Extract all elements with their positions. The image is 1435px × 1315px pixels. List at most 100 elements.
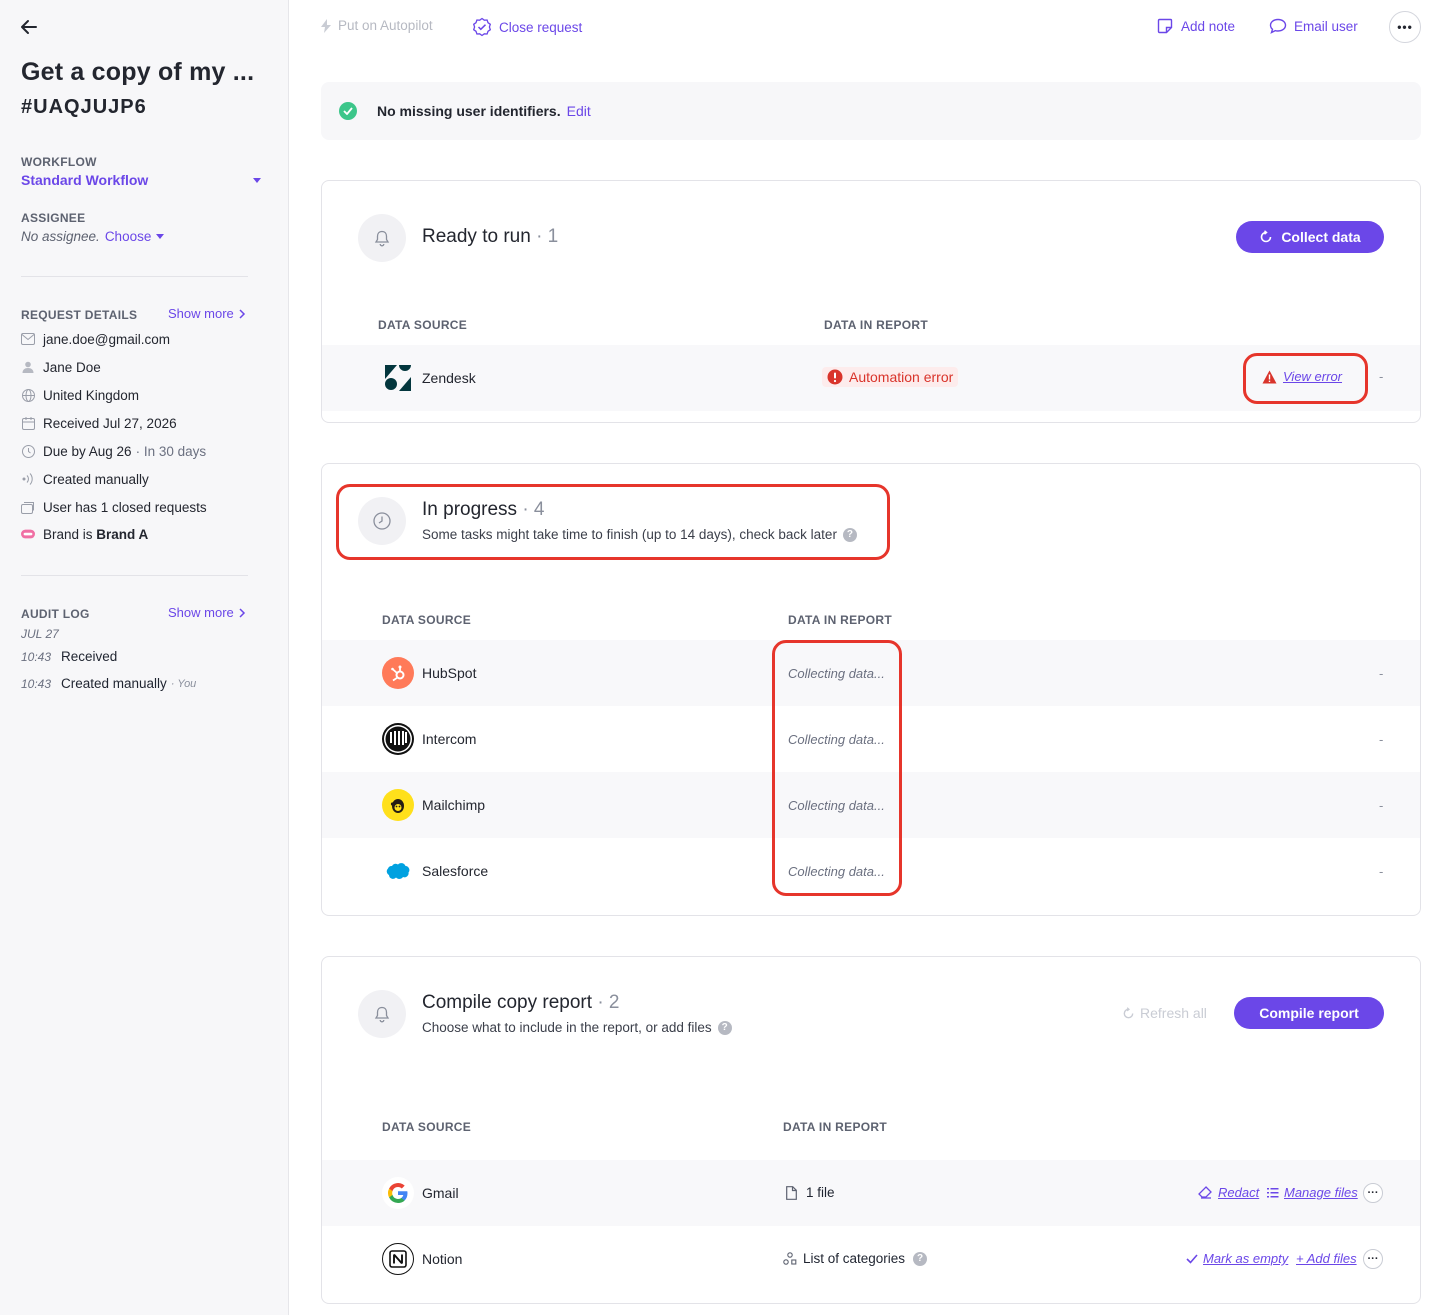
note-icon	[1157, 18, 1173, 34]
redact-link[interactable]: Redact	[1198, 1185, 1259, 1200]
detail-brand: Brand is Brand A	[21, 524, 148, 544]
automation-error-badge: Automation error	[822, 367, 959, 387]
row-more-button[interactable]: ···	[1363, 1249, 1383, 1269]
audit-time: 10:43	[21, 676, 52, 691]
categories-icon	[783, 1252, 797, 1265]
audit-date: JUL 27	[21, 627, 59, 641]
check-circle-icon	[339, 102, 357, 120]
add-note-label: Add note	[1181, 18, 1236, 34]
mark-as-empty-label: Mark as empty	[1203, 1251, 1289, 1266]
due-note: · In 30 days	[135, 443, 207, 459]
country-value: United Kingdom	[43, 387, 140, 403]
help-icon[interactable]: ?	[913, 1251, 928, 1266]
highlight-box	[1243, 353, 1368, 404]
eraser-icon	[1198, 1186, 1212, 1199]
row-end-dash: -	[1379, 666, 1384, 681]
identifiers-notice: No missing user identifiers. Edit	[321, 82, 1421, 140]
salesforce-logo-icon	[382, 855, 414, 887]
audit-text: Received	[61, 649, 118, 664]
badge-check-icon	[472, 17, 492, 37]
add-files-link[interactable]: + Add files	[1296, 1251, 1357, 1266]
audit-entry: 10:43 Created manually · You	[21, 676, 196, 691]
choose-assignee-link[interactable]: Choose	[105, 229, 152, 244]
back-arrow-icon[interactable]	[18, 16, 40, 38]
source-name: Salesforce	[422, 863, 489, 879]
ready-count: · 1	[536, 226, 559, 247]
table-row: Notion List of categories ? Mark as empt…	[322, 1226, 1420, 1292]
compile-subtitle-row: Choose what to include in the report, or…	[422, 1020, 732, 1035]
source-cell: Salesforce	[382, 855, 488, 887]
brand-prefix: Brand is	[43, 526, 97, 542]
workflow-select[interactable]: Standard Workflow	[21, 172, 261, 188]
close-request-button[interactable]: Close request	[472, 17, 582, 37]
detail-email: jane.doe@gmail.com	[21, 329, 170, 349]
notice-row: No missing user identifiers. Edit	[377, 103, 591, 119]
chevron-right-icon	[239, 308, 245, 319]
collect-data-button[interactable]: Collect data	[1236, 221, 1384, 253]
received-value: Received Jul 27, 2026	[43, 415, 177, 431]
mailchimp-logo-icon	[382, 789, 414, 821]
email-user-button[interactable]: Email user	[1269, 18, 1358, 34]
col-header-source: DATA SOURCE	[378, 318, 468, 332]
notion-logo-icon	[382, 1243, 414, 1275]
ready-to-run-card: Ready to run · 1 Collect data DATA SOURC…	[321, 180, 1421, 423]
bell-icon	[358, 214, 406, 262]
audit-time: 10:43	[21, 649, 52, 664]
refresh-all-button[interactable]: Refresh all	[1122, 1005, 1207, 1021]
email-value: jane.doe@gmail.com	[43, 331, 171, 347]
automation-error-label: Automation error	[849, 369, 954, 385]
assignee-value: No assignee.	[21, 229, 100, 244]
detail-name: Jane Doe	[21, 357, 101, 377]
manage-files-link[interactable]: Manage files	[1267, 1185, 1358, 1200]
request-details-show-more[interactable]: Show more	[168, 306, 247, 321]
detail-country: United Kingdom	[21, 385, 139, 405]
source-cell: Intercom	[382, 723, 476, 755]
help-icon[interactable]: ?	[717, 1020, 732, 1035]
source-name: Intercom	[422, 731, 477, 747]
col-header-report: DATA IN REPORT	[788, 613, 892, 627]
source-name: Notion	[422, 1251, 463, 1267]
chat-bubble-icon	[1269, 18, 1287, 34]
row-end-dash: -	[1379, 798, 1384, 813]
col-header-report: DATA IN REPORT	[783, 1120, 887, 1134]
edit-identifiers-link[interactable]: Edit	[567, 103, 591, 119]
row-end-dash: -	[1379, 732, 1384, 747]
chevron-down-icon[interactable]	[156, 234, 165, 239]
workflow-value: Standard Workflow	[21, 172, 149, 188]
source-name: Gmail	[422, 1185, 459, 1201]
compile-report-card: Compile copy report · 2 Choose what to i…	[321, 956, 1421, 1304]
source-cell: Gmail	[382, 1177, 459, 1209]
source-cell: HubSpot	[382, 657, 476, 689]
autopilot-button[interactable]: Put on Autopilot	[321, 18, 433, 33]
add-note-button[interactable]: Add note	[1157, 18, 1235, 34]
compile-subtitle: Choose what to include in the report, or…	[422, 1020, 712, 1035]
mark-as-empty-link[interactable]: Mark as empty	[1186, 1251, 1288, 1266]
compile-count: · 2	[597, 992, 620, 1013]
workflow-label: WORKFLOW	[21, 155, 97, 169]
check-icon	[1186, 1253, 1198, 1264]
row-more-button[interactable]: ···	[1363, 1183, 1383, 1203]
manage-files-label: Manage files	[1284, 1185, 1358, 1200]
audit-actor: · You	[170, 677, 197, 690]
globe-icon	[21, 388, 35, 402]
audit-log-show-more[interactable]: Show more	[168, 605, 247, 620]
more-options-button[interactable]: •••	[1389, 11, 1421, 43]
compile-report-button[interactable]: Compile report	[1234, 997, 1384, 1029]
in-progress-card: In progress · 4 Some tasks might take ti…	[321, 463, 1421, 916]
detail-created: Created manually	[21, 469, 149, 489]
col-header-source: DATA SOURCE	[382, 613, 472, 627]
refresh-icon	[1261, 230, 1272, 243]
report-value: List of categories	[803, 1251, 906, 1266]
detail-closed-requests: User has 1 closed requests	[21, 497, 207, 517]
row-end-dash: -	[1379, 864, 1384, 879]
brand-logo-icon	[21, 527, 35, 541]
due-value: Due by Aug 26	[43, 443, 132, 459]
show-more-label: Show more	[168, 306, 234, 321]
show-more-label: Show more	[168, 605, 234, 620]
row-end-dash: -	[1379, 369, 1384, 384]
google-logo-icon	[382, 1177, 414, 1209]
hubspot-logo-icon	[382, 657, 414, 689]
divider	[21, 276, 248, 277]
audit-log-label: AUDIT LOG	[21, 607, 90, 621]
mail-icon	[21, 332, 35, 346]
